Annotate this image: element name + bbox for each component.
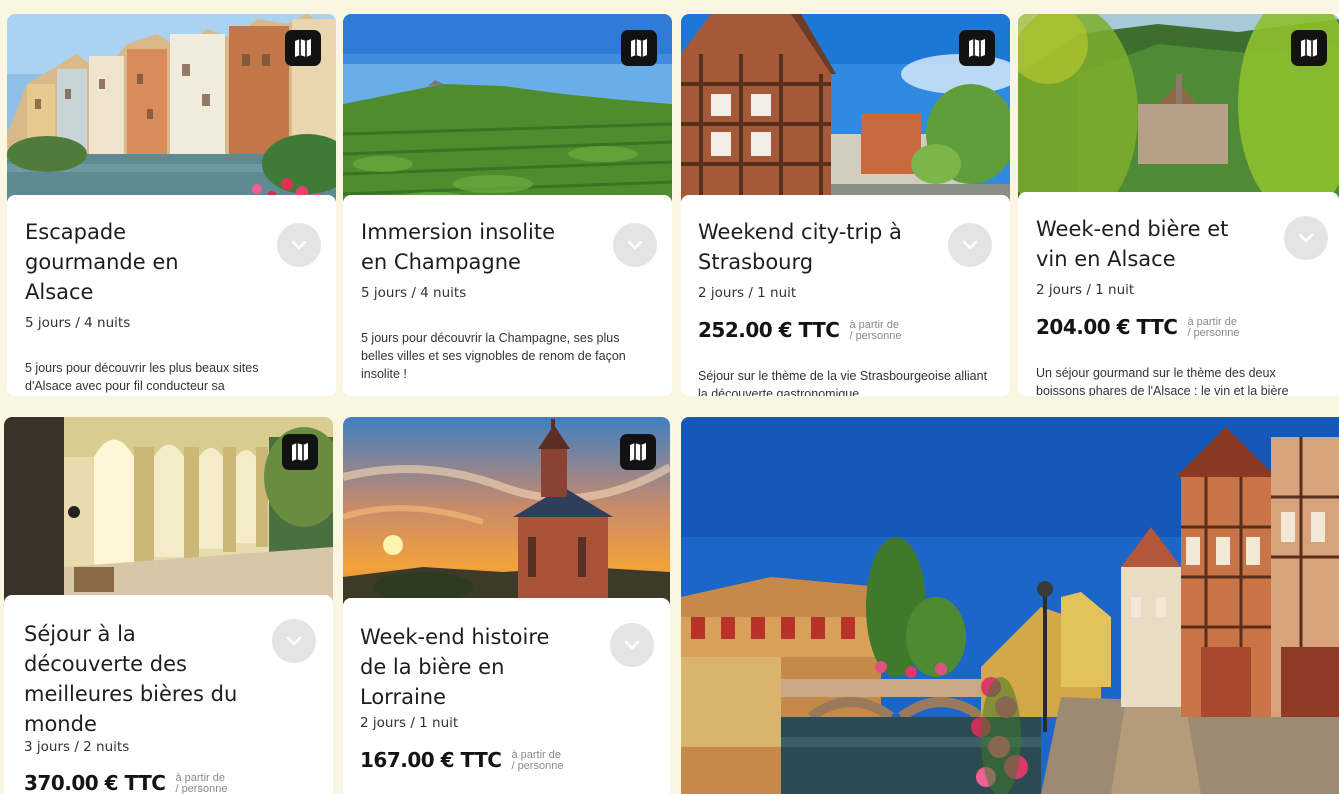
expand-button[interactable] — [610, 623, 654, 667]
card-body: Week-end bière et vin en Alsace 2 jours /… — [1018, 192, 1339, 396]
map-button[interactable] — [620, 434, 656, 470]
trip-description: 5 jours pour découvrir la Champagne, ses… — [361, 331, 626, 381]
price-note: à partir de / personne — [511, 749, 564, 772]
map-icon — [1301, 39, 1317, 57]
trip-title: Escapade gourmande en Alsace — [25, 220, 179, 304]
trip-price: 167.00 € TTC à partir de / personne — [360, 748, 563, 772]
trip-title: Séjour à la découverte des meilleures bièr… — [24, 622, 238, 736]
trip-card[interactable]: Escapade gourmande en Alsace 5 jours / 4 n… — [7, 14, 336, 396]
trip-card[interactable]: Weekend city-trip à Strasbourg 2 jours / … — [681, 14, 1010, 396]
trip-title: Week-end bière et vin en Alsace — [1036, 217, 1229, 271]
expand-button[interactable] — [1284, 216, 1328, 260]
trip-title: Immersion insolite en Champagne — [361, 220, 556, 274]
trip-duration: 2 jours / 1 nuit — [360, 715, 459, 731]
trip-price: 252.00 € TTC à partir de / personne — [698, 318, 901, 342]
chevron-down-icon — [1298, 233, 1314, 243]
trip-duration: 2 jours / 1 nuit — [1036, 282, 1135, 298]
map-button[interactable] — [621, 30, 657, 66]
price-note: à partir de / personne — [175, 772, 228, 794]
card-body: Séjour à la découverte des meilleures bièr… — [4, 595, 333, 794]
trip-duration: 3 jours / 2 nuits — [24, 739, 130, 755]
map-icon — [631, 39, 647, 57]
card-body: Immersion insolite en Champagne 5 jours /… — [343, 195, 672, 396]
trip-description: 5 jours pour découvrir les plus beaux si… — [25, 361, 259, 393]
chevron-down-icon — [286, 636, 302, 646]
map-icon — [969, 39, 985, 57]
expand-button[interactable] — [272, 619, 316, 663]
chevron-down-icon — [291, 240, 307, 250]
price-value: 370.00 € TTC — [24, 771, 166, 794]
trip-description: Séjour sur le thème de la vie Strasbourg… — [698, 369, 988, 396]
card-body: Week-end histoire de la bière en Lorraine … — [343, 598, 670, 794]
chevron-down-icon — [624, 640, 640, 650]
price-note: à partir de / personne — [1187, 316, 1240, 339]
price-value: 167.00 € TTC — [360, 748, 502, 772]
card-body: Weekend city-trip à Strasbourg 2 jours / … — [681, 195, 1010, 396]
trip-card[interactable]: Week-end histoire de la bière en Lorraine … — [343, 417, 670, 794]
map-button[interactable] — [285, 30, 321, 66]
trip-card[interactable]: Séjour à la découverte des meilleures bièr… — [4, 417, 333, 794]
price-note: à partir de / personne — [849, 319, 902, 342]
expand-button[interactable] — [613, 223, 657, 267]
chevron-down-icon — [962, 240, 978, 250]
card-body: Escapade gourmande en Alsace 5 jours / 4 n… — [7, 195, 336, 396]
trip-title: Weekend city-trip à Strasbourg — [698, 220, 902, 274]
trip-duration: 2 jours / 1 nuit — [698, 285, 797, 301]
trip-card[interactable]: Immersion insolite en Champagne 5 jours /… — [343, 14, 672, 396]
trip-card[interactable]: Week-end bière et vin en Alsace 2 jours /… — [1018, 14, 1339, 396]
expand-button[interactable] — [948, 223, 992, 267]
map-button[interactable] — [959, 30, 995, 66]
trip-price: 370.00 € TTC à partir de / personne — [24, 771, 227, 794]
featured-photo — [681, 417, 1339, 794]
map-icon — [630, 443, 646, 461]
trip-title: Week-end histoire de la bière en Lorraine — [360, 625, 550, 709]
map-icon — [295, 39, 311, 57]
trip-duration: 5 jours / 4 nuits — [25, 315, 131, 331]
price-value: 204.00 € TTC — [1036, 315, 1178, 339]
trip-description: Un séjour gourmand sur le thème des deux… — [1036, 366, 1289, 396]
chevron-down-icon — [627, 240, 643, 250]
map-icon — [292, 443, 308, 461]
price-value: 252.00 € TTC — [698, 318, 840, 342]
trip-price: 204.00 € TTC à partir de / personne — [1036, 315, 1239, 339]
map-button[interactable] — [282, 434, 318, 470]
trip-duration: 5 jours / 4 nuits — [361, 285, 467, 301]
map-button[interactable] — [1291, 30, 1327, 66]
expand-button[interactable] — [277, 223, 321, 267]
